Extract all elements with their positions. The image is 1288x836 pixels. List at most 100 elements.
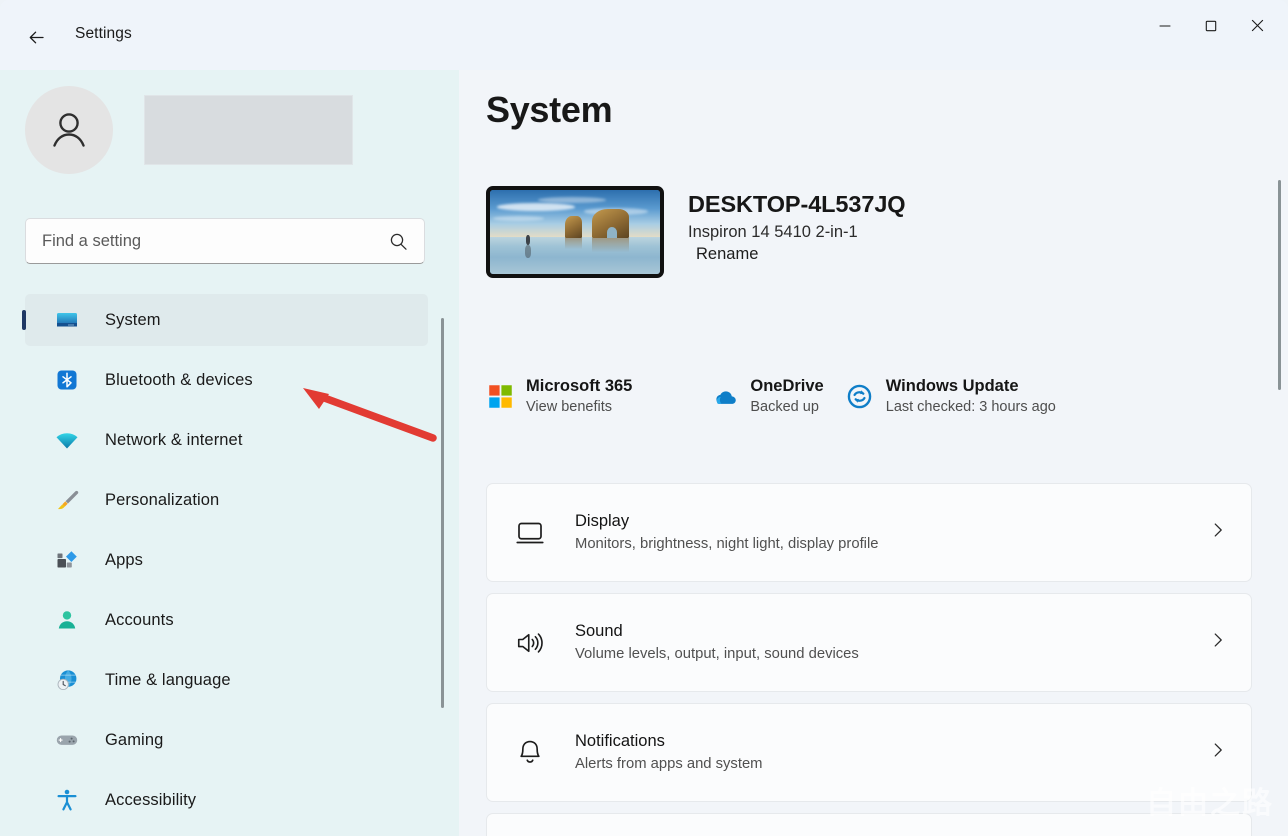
sidebar-item-label: Gaming <box>105 731 163 750</box>
globe-clock-icon <box>55 668 79 692</box>
sidebar-item-label: Network & internet <box>105 431 243 450</box>
close-button[interactable] <box>1234 2 1280 49</box>
chevron-right-icon <box>1207 629 1229 651</box>
settings-window: Settings <box>0 0 1288 836</box>
account-row[interactable] <box>25 86 353 174</box>
display-monitor-icon <box>513 518 547 548</box>
wifi-icon <box>55 428 79 452</box>
close-icon <box>1251 19 1264 32</box>
status-item-windows-update[interactable]: Windows UpdateLast checked: 3 hours ago <box>846 376 1056 417</box>
bell-icon <box>513 738 547 768</box>
search-input[interactable] <box>42 232 389 251</box>
microsoft-logo-icon <box>487 383 514 410</box>
sidebar-item-label: Accounts <box>105 611 174 630</box>
gamepad-icon <box>55 728 79 752</box>
card-subtitle: Monitors, brightness, night light, displ… <box>575 535 1207 555</box>
device-model: Inspiron 14 5410 2-in-1 <box>688 223 905 242</box>
sidebar-item-accounts[interactable]: Accounts <box>25 594 428 646</box>
chevron-right-icon[interactable] <box>1207 519 1229 546</box>
sidebar-item-apps[interactable]: Apps <box>25 534 428 586</box>
status-subtitle: Backed up <box>750 398 823 417</box>
settings-card-focus-assist[interactable]: Focus assistNotifications, automatic rul… <box>486 813 1252 836</box>
maximize-icon <box>1205 20 1217 32</box>
card-text: SoundVolume levels, output, input, sound… <box>575 621 1207 665</box>
card-title: Sound <box>575 621 1207 643</box>
chevron-right-icon[interactable] <box>1207 629 1229 656</box>
sidebar-item-label: Bluetooth & devices <box>105 371 253 390</box>
main-scrollbar[interactable] <box>1278 180 1281 390</box>
card-text: NotificationsAlerts from apps and system <box>575 731 1207 775</box>
sidebar-item-gaming[interactable]: Gaming <box>25 714 428 766</box>
sidebar-item-bluetooth-devices[interactable]: Bluetooth & devices <box>25 354 428 406</box>
sidebar-item-accessibility[interactable]: Accessibility <box>25 774 428 826</box>
device-header: DESKTOP-4L537JQ Inspiron 14 5410 2-in-1 … <box>486 186 905 278</box>
sidebar-item-personalization[interactable]: Personalization <box>25 474 428 526</box>
status-texts: Windows UpdateLast checked: 3 hours ago <box>886 376 1056 417</box>
sidebar-item-label: Personalization <box>105 491 219 510</box>
apps-icon <box>55 548 79 572</box>
sidebar-item-time-language[interactable]: Time & language <box>25 654 428 706</box>
sidebar-item-network-internet[interactable]: Network & internet <box>25 414 428 466</box>
sidebar: System Bluetooth & devices Network & inter… <box>0 70 459 836</box>
wallpaper-thumbnail <box>486 186 664 278</box>
paintbrush-icon <box>55 488 79 512</box>
account-name-redacted <box>144 95 353 165</box>
status-strip: Microsoft 365View benefits OneDriveBacked… <box>486 376 1056 417</box>
monitor-icon <box>55 308 79 332</box>
apps-icon <box>55 548 79 572</box>
window-controls <box>1142 2 1280 49</box>
accounts-person-icon <box>55 608 79 632</box>
card-text: DisplayMonitors, brightness, night light… <box>575 511 1207 555</box>
display-monitor-icon <box>515 518 545 548</box>
card-title: Notifications <box>575 731 1207 753</box>
person-avatar-icon <box>44 105 94 155</box>
sidebar-item-label: Accessibility <box>105 791 196 810</box>
sidebar-item-label: System <box>105 311 161 330</box>
speaker-icon <box>513 628 547 658</box>
minimize-button[interactable] <box>1142 2 1188 49</box>
windows-update-sync-icon <box>846 383 873 410</box>
search-icon[interactable] <box>389 232 408 251</box>
sidebar-item-label: Apps <box>105 551 143 570</box>
status-title: Windows Update <box>886 376 1056 398</box>
accounts-person-icon <box>55 608 79 632</box>
windows-update-sync-icon <box>846 382 874 410</box>
accessibility-icon <box>55 788 79 812</box>
status-item-microsoft-365[interactable]: Microsoft 365View benefits <box>486 376 632 417</box>
microsoft-logo-icon <box>486 382 514 410</box>
watermark: 自由之路 <box>1146 778 1274 822</box>
status-item-onedrive[interactable]: OneDriveBacked up <box>710 376 823 417</box>
sidebar-item-system[interactable]: System <box>25 294 428 346</box>
settings-card-display[interactable]: DisplayMonitors, brightness, night light… <box>486 483 1252 582</box>
device-name: DESKTOP-4L537JQ <box>688 191 905 218</box>
chevron-right-icon[interactable] <box>1207 739 1229 766</box>
rename-link[interactable]: Rename <box>696 245 758 264</box>
card-title: Display <box>575 511 1207 533</box>
gamepad-icon <box>55 728 79 752</box>
status-texts: OneDriveBacked up <box>750 376 823 417</box>
minimize-icon <box>1159 20 1171 32</box>
chevron-right-icon <box>1207 519 1229 541</box>
globe-clock-icon <box>55 668 79 692</box>
chevron-right-icon <box>1207 739 1229 761</box>
main-content: System DESKTOP-4L537JQ <box>459 70 1288 836</box>
card-subtitle: Alerts from apps and system <box>575 755 1207 775</box>
wifi-icon <box>55 428 79 452</box>
back-arrow-icon <box>26 27 47 48</box>
status-subtitle: View benefits <box>526 398 632 417</box>
status-title: OneDrive <box>750 376 823 398</box>
sidebar-scrollbar[interactable] <box>441 318 444 708</box>
bluetooth-icon <box>55 368 79 392</box>
settings-cards: DisplayMonitors, brightness, night light… <box>486 483 1252 836</box>
status-texts: Microsoft 365View benefits <box>526 376 632 417</box>
maximize-button[interactable] <box>1188 2 1234 49</box>
search-box[interactable] <box>25 218 425 264</box>
accessibility-icon <box>55 788 79 812</box>
onedrive-cloud-icon <box>711 383 738 410</box>
back-button[interactable] <box>17 18 55 56</box>
monitor-icon <box>55 308 79 332</box>
settings-card-sound[interactable]: SoundVolume levels, output, input, sound… <box>486 593 1252 692</box>
window-title: Settings <box>75 25 132 43</box>
settings-card-notifications[interactable]: NotificationsAlerts from apps and system <box>486 703 1252 802</box>
avatar[interactable] <box>25 86 113 174</box>
